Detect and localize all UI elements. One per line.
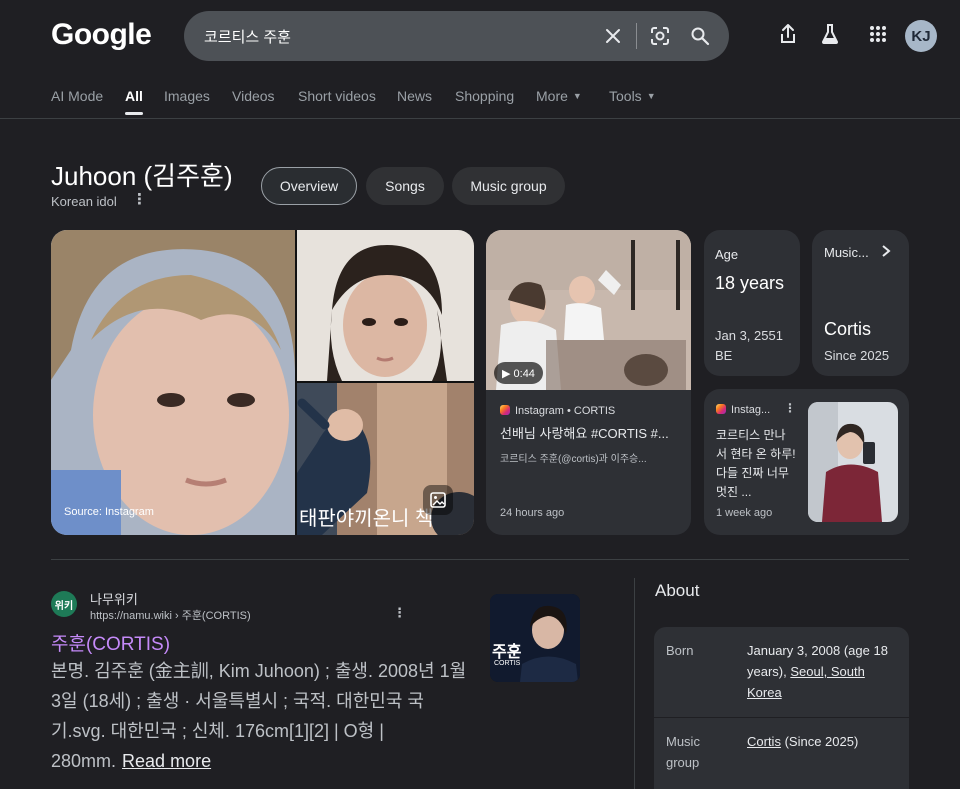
tab-videos[interactable]: Videos (232, 88, 275, 104)
age-detail: Jan 3, 2551 BE (715, 328, 783, 363)
result-site-name[interactable]: 나무위키 (90, 589, 138, 608)
age-label: Age (715, 247, 739, 262)
tab-more[interactable]: More ▼ (536, 88, 582, 104)
about-row-music-group: Music group Cortis (Since 2025) (654, 717, 909, 789)
search-input[interactable]: 코르티스 주훈 (204, 26, 291, 47)
result-thumbnail[interactable]: 주훈 CORTIS (490, 594, 580, 682)
about-music-group-value: Cortis (Since 2025) (747, 734, 859, 749)
video-timestamp: 24 hours ago (500, 507, 565, 519)
tab-tools[interactable]: Tools ▼ (609, 88, 656, 104)
chip-overview[interactable]: Overview (261, 167, 357, 205)
video-card[interactable]: ▶ 0:44 Instagram • CORTIS 선배님 사랑해요 #CORT… (486, 230, 691, 535)
tab-images[interactable]: Images (164, 88, 210, 104)
more-options-icon[interactable]: ⋮ (132, 190, 147, 208)
about-born-value: January 3, 2008 (age 18 years), Seoul, S… (747, 643, 888, 700)
video-source[interactable]: Instagram • CORTIS (500, 405, 615, 417)
entity-subtitle: Korean idol (51, 194, 117, 209)
instagram-source[interactable]: Instag... (716, 404, 770, 416)
section-divider (51, 559, 909, 560)
music-group-fact-card[interactable]: Music... Cortis Since 2025 (812, 230, 909, 376)
instagram-post-text: 코르티스 만나 서 현타 온 하루! 다들 진짜 너무 멋진 ... (716, 428, 796, 499)
search-divider (636, 23, 637, 49)
music-group-value: Cortis (824, 319, 872, 339)
about-panel: Born January 3, 2008 (age 18 years), Seo… (654, 627, 909, 789)
chip-songs[interactable]: Songs (366, 167, 444, 205)
portrait-image-top-right[interactable] (297, 230, 474, 381)
thumbnail-overlay-text: 주훈 (492, 644, 522, 661)
image-collage[interactable]: Source: Instagram 태판야끼온니 책 (51, 230, 474, 535)
tab-short-videos[interactable]: Short videos (298, 88, 376, 104)
lens-icon[interactable] (648, 24, 672, 48)
read-more-link[interactable]: Read more (122, 751, 211, 771)
about-music-group-label: Music group (666, 734, 700, 770)
caret-down-icon: ▼ (572, 91, 582, 101)
portrait-image-main[interactable] (51, 230, 295, 535)
instagram-icon (716, 404, 726, 414)
labs-icon[interactable] (818, 22, 842, 46)
entity-title: Juhoon (김주훈) (51, 161, 233, 191)
chevron-right-icon[interactable] (880, 244, 892, 263)
about-heading: About (655, 581, 700, 600)
music-group-detail: Since 2025 (824, 348, 890, 363)
namuwiki-favicon[interactable]: 위키 (51, 591, 77, 617)
caret-down-icon: ▼ (646, 91, 656, 101)
chip-music-group[interactable]: Music group (452, 167, 565, 205)
more-options-icon[interactable]: ⋮ (784, 401, 796, 415)
age-value: 18 years (715, 273, 785, 293)
result-site-url[interactable]: https://namu.wiki › 주훈(CORTIS) (90, 607, 251, 623)
video-title[interactable]: 선배님 사랑해요 #CORTIS #... (500, 424, 682, 444)
search-tabs: AI Mode All Images Videos Short videos N… (0, 88, 960, 118)
google-logo[interactable]: Google (51, 18, 152, 52)
tab-ai-mode[interactable]: AI Mode (51, 88, 103, 104)
tab-news[interactable]: News (397, 88, 432, 104)
search-icon[interactable] (688, 24, 712, 48)
image-source-caption: Source: Instagram (64, 506, 154, 518)
share-icon[interactable] (776, 22, 800, 46)
thumbnail-overlay-subtext: CORTIS (494, 660, 521, 667)
search-box[interactable]: 코르티스 주훈 (184, 11, 729, 61)
video-duration-badge: ▶ 0:44 (494, 362, 543, 384)
image-search-icon[interactable] (423, 485, 453, 515)
image-overlay-text: 태판야끼온니 책 (299, 508, 434, 530)
age-fact-card[interactable]: Age 18 years Jan 3, 2551 BE (704, 230, 800, 376)
about-born-label: Born (666, 643, 694, 658)
close-icon[interactable] (601, 24, 625, 48)
result-more-options-icon[interactable]: ⋮ (393, 605, 406, 621)
video-description: 코르티스 주훈(@cortis)과 이주승... (500, 454, 647, 465)
instagram-thumbnail[interactable] (808, 402, 898, 522)
tab-all[interactable]: All (125, 88, 143, 115)
instagram-icon (500, 405, 510, 415)
music-group-label: Music... (824, 245, 869, 260)
instagram-post-card[interactable]: Instag... ⋮ 코르티스 만나 서 현타 온 하루! 다들 진짜 너무 … (704, 389, 909, 535)
result-title-link[interactable]: 주훈(CORTIS) (51, 629, 170, 656)
about-row-born: Born January 3, 2008 (age 18 years), Seo… (654, 627, 909, 717)
account-avatar[interactable]: KJ (905, 20, 937, 52)
instagram-timestamp: 1 week ago (716, 507, 773, 519)
apps-icon[interactable] (866, 22, 890, 46)
cortis-link[interactable]: Cortis (747, 734, 781, 749)
about-panel-divider (634, 578, 635, 789)
result-snippet: 본명. 김주훈 (金主訓, Kim Juhoon) ; 출생. 2008년 1월… (51, 661, 467, 771)
header-divider (0, 118, 960, 119)
tab-shopping[interactable]: Shopping (455, 88, 514, 104)
